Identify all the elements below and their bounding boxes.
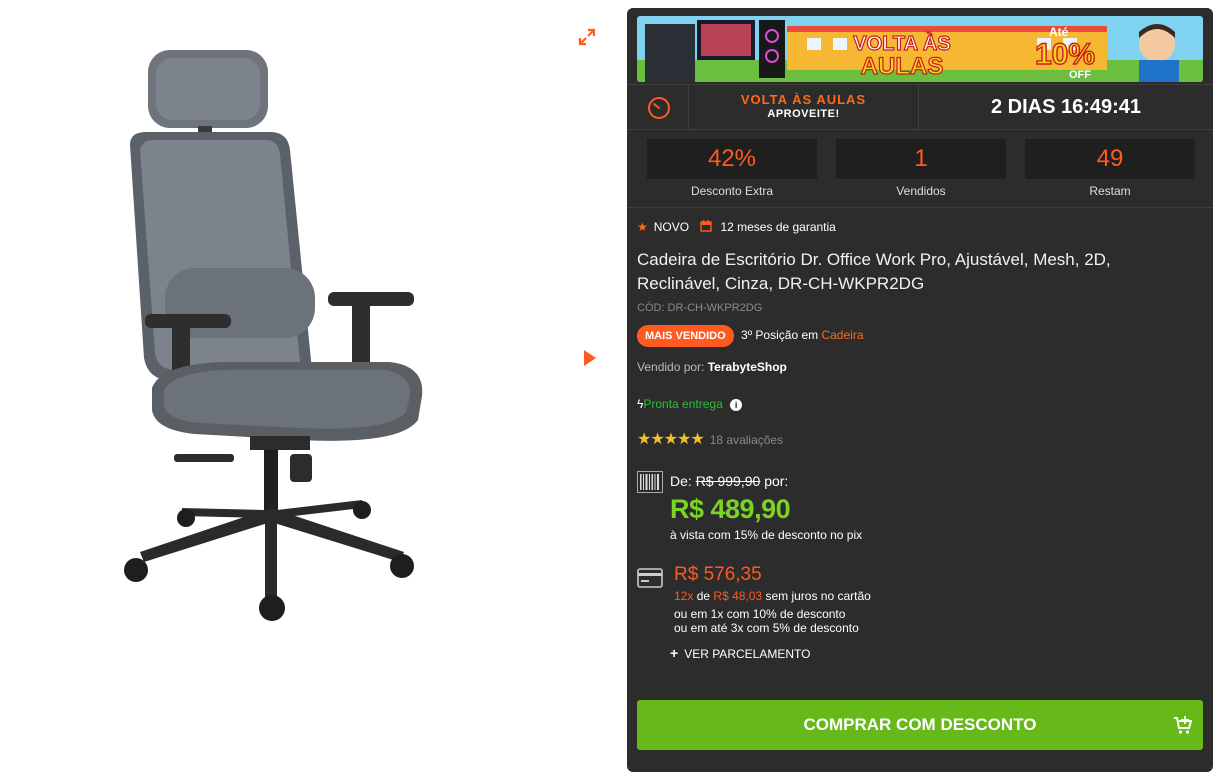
rating-stars-icon: ★★★★★ xyxy=(637,431,705,448)
old-price: R$ 999,90 xyxy=(695,473,761,489)
see-installments-link[interactable]: + VER PARCELAMENTO xyxy=(670,645,810,661)
from-label: De: xyxy=(670,473,692,489)
rank-text: 3º Posição em xyxy=(741,328,819,342)
promo-title: VOLTA ÀS AULAS xyxy=(740,92,867,107)
banner-offer-prefix: Até xyxy=(1049,25,1069,39)
card-price: R$ 576,35 xyxy=(674,564,762,585)
banner-line1: VOLTA ÀS xyxy=(853,32,950,55)
seller-label: Vendido por: xyxy=(637,360,705,374)
option-1x: ou em 1x com 10% de desconto xyxy=(674,607,846,621)
installments-of: de xyxy=(696,589,711,603)
banner-offer-value: 10% xyxy=(1035,38,1095,71)
promo-timer-row: VOLTA ÀS AULAS APROVEITE! 2 DIAS 16:49:4… xyxy=(627,84,1213,130)
for-label: por: xyxy=(764,473,789,489)
barcode-icon xyxy=(637,471,663,493)
star-icon: ★ xyxy=(637,220,648,234)
offer-stats: 42% Desconto Extra 1 Vendidos 49 Restam xyxy=(627,130,1213,208)
pix-price: R$ 489,90 xyxy=(670,494,791,524)
stat-label: Restam xyxy=(1089,184,1131,198)
banner-line2: AULAS xyxy=(861,53,944,80)
clock-icon xyxy=(648,97,670,119)
pix-note: à vista com 15% de desconto no pix xyxy=(670,528,863,542)
promo-label: VOLTA ÀS AULAS APROVEITE! xyxy=(689,85,919,129)
stat-discount: 42% Desconto Extra xyxy=(647,130,817,208)
product-gallery xyxy=(0,0,620,781)
option-3x: ou em até 3x com 5% de desconto xyxy=(674,621,859,635)
credit-card-icon xyxy=(637,568,663,588)
countdown-timer: 2 DIAS 16:49:41 xyxy=(990,96,1142,118)
stat-label: Vendidos xyxy=(896,184,946,198)
calendar-icon xyxy=(700,220,713,232)
product-image[interactable] xyxy=(100,40,450,630)
condition-row: ★ NOVO 12 meses de garantia xyxy=(637,220,836,236)
buy-with-discount-button[interactable]: COMPRAR COM DESCONTO xyxy=(637,700,1203,750)
see-installments-label: VER PARCELAMENTO xyxy=(684,647,811,661)
installment-value: R$ 48,03 xyxy=(713,589,763,603)
installment-suffix: sem juros no cartão xyxy=(765,589,871,603)
availability-row: ϟPronta entrega i xyxy=(637,397,743,411)
cart-plus-icon xyxy=(1174,716,1193,734)
product-title: Cadeira de Escritório Dr. Office Work Pr… xyxy=(637,250,1111,293)
warranty-label: 12 meses de garantia xyxy=(720,220,836,234)
stat-value: 42% xyxy=(647,139,817,179)
promo-banner[interactable]: VOLTA ÀS AULAS Até 10% OFF xyxy=(637,16,1203,82)
stat-remaining: 49 Restam xyxy=(1025,130,1195,208)
condition-label: NOVO xyxy=(653,220,690,234)
promo-subtitle: APROVEITE! xyxy=(767,108,840,120)
info-icon[interactable]: i xyxy=(730,399,743,411)
buy-panel: VOLTA ÀS AULAS Até 10% OFF VOLTA ÀS AULA… xyxy=(627,8,1213,772)
plus-icon: + xyxy=(670,645,679,661)
seller-row: Vendido por: TerabyteShop xyxy=(637,360,787,374)
best-seller-badge: MAIS VENDIDO xyxy=(637,325,734,347)
product-page: VOLTA ÀS AULAS Até 10% OFF VOLTA ÀS AULA… xyxy=(0,0,1216,781)
buy-button-label: COMPRAR COM DESCONTO xyxy=(803,715,1037,734)
stat-value: 49 xyxy=(1025,139,1195,179)
installments-count: 12x xyxy=(674,589,694,603)
availability-label: Pronta entrega xyxy=(643,397,723,411)
stat-value: 1 xyxy=(836,139,1006,179)
product-sku: CÓD: DR-CH-WKPR2DG xyxy=(637,302,763,314)
rank-row: MAIS VENDIDO 3º Posição em Cadeira xyxy=(637,325,864,347)
old-price-row: De: R$ 999,90 por: xyxy=(670,473,788,489)
next-image-arrow-icon[interactable] xyxy=(582,348,598,368)
clock-cell xyxy=(627,85,689,129)
seller-name[interactable]: TerabyteShop xyxy=(708,360,787,374)
rating-row[interactable]: ★★★★★ 18 avaliações xyxy=(637,429,783,449)
stat-label: Desconto Extra xyxy=(690,184,774,198)
rank-category-link[interactable]: Cadeira xyxy=(821,328,863,342)
installments-line: 12x de R$ 48,03 sem juros no cartão xyxy=(674,589,871,603)
rating-count: 18 avaliações xyxy=(709,433,784,447)
stat-sold: 1 Vendidos xyxy=(836,130,1006,208)
banner-offer-suffix: OFF xyxy=(1069,69,1091,81)
expand-icon[interactable] xyxy=(578,28,596,46)
